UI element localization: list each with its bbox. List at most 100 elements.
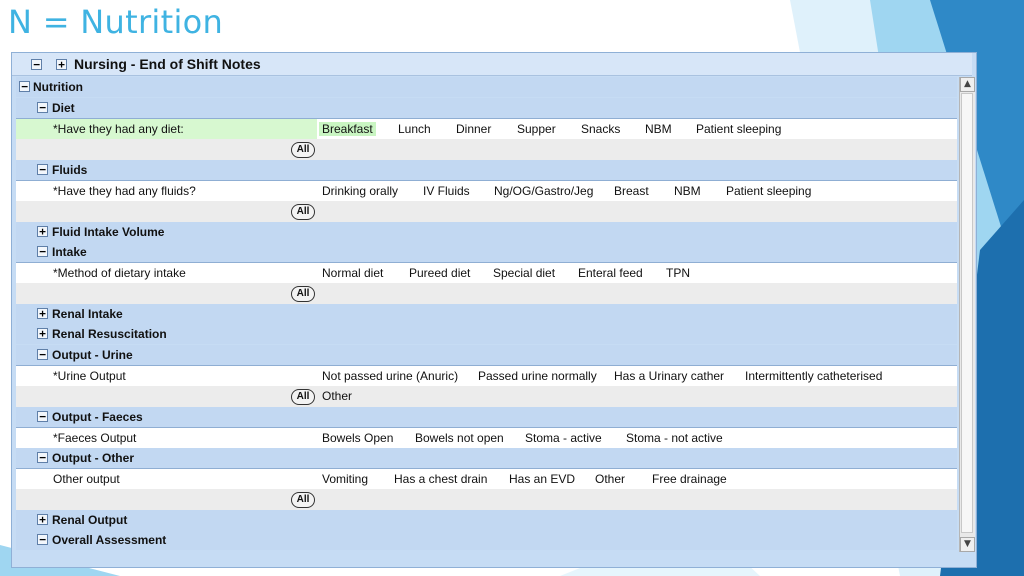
collapse-icon[interactable]: − <box>19 81 30 92</box>
expand-icon[interactable]: + <box>37 328 48 339</box>
collapse-icon[interactable]: − <box>37 452 48 463</box>
option-dinner[interactable]: Dinner <box>456 122 491 136</box>
end-of-shift-panel: − + Nursing - End of Shift Notes − Nutri… <box>11 52 977 568</box>
option-bowels-not-open[interactable]: Bowels not open <box>415 431 504 445</box>
question-row-fluids: *Have they had any fluids? Drinking oral… <box>16 180 957 202</box>
collapse-all-icon[interactable]: − <box>31 59 42 70</box>
section-output-faeces[interactable]: − Output - Faeces <box>16 407 957 427</box>
option-other[interactable]: Other <box>322 389 352 403</box>
option-stoma-active[interactable]: Stoma - active <box>525 431 602 445</box>
section-renal-output[interactable]: + Renal Output <box>16 510 957 530</box>
collapse-icon[interactable]: − <box>37 246 48 257</box>
option-breast[interactable]: Breast <box>614 184 649 198</box>
section-label: Output - Other <box>52 451 134 465</box>
option-chest-drain[interactable]: Has a chest drain <box>394 472 487 486</box>
section-label: Diet <box>52 101 75 115</box>
section-output-urine[interactable]: − Output - Urine <box>16 345 957 365</box>
all-button[interactable]: All <box>291 204 315 220</box>
collapse-icon[interactable]: − <box>37 102 48 113</box>
section-nutrition[interactable]: − Nutrition <box>16 77 957 97</box>
option-not-passed-urine[interactable]: Not passed urine (Anuric) <box>322 369 458 383</box>
section-label: Output - Faeces <box>52 410 143 424</box>
option-breakfast[interactable]: Breakfast <box>319 122 376 136</box>
question-row-other-output: Other output Vomiting Has a chest drain … <box>16 468 957 490</box>
section-diet[interactable]: − Diet <box>16 98 957 118</box>
option-vomiting[interactable]: Vomiting <box>322 472 368 486</box>
option-patient-sleeping[interactable]: Patient sleeping <box>696 122 781 136</box>
section-label: Fluids <box>52 163 88 177</box>
question-label: *Urine Output <box>53 369 126 383</box>
slide-title: N = Nutrition <box>8 3 224 41</box>
option-nbm[interactable]: NBM <box>645 122 672 136</box>
collapse-icon[interactable]: − <box>37 164 48 175</box>
all-row-fluids: All <box>16 201 957 222</box>
option-stoma-not-active[interactable]: Stoma - not active <box>626 431 723 445</box>
section-fluids[interactable]: − Fluids <box>16 160 957 180</box>
option-lunch[interactable]: Lunch <box>398 122 431 136</box>
option-other[interactable]: Other <box>595 472 625 486</box>
section-label: Output - Urine <box>52 348 133 362</box>
option-pureed-diet[interactable]: Pureed diet <box>409 266 470 280</box>
option-special-diet[interactable]: Special diet <box>493 266 555 280</box>
section-label: Nutrition <box>33 80 83 94</box>
option-drinking-orally[interactable]: Drinking orally <box>322 184 398 198</box>
collapse-icon[interactable]: − <box>37 349 48 360</box>
question-row-intake: *Method of dietary intake Normal diet Pu… <box>16 262 957 284</box>
all-button[interactable]: All <box>291 286 315 302</box>
option-evd[interactable]: Has an EVD <box>509 472 575 486</box>
option-iv-fluids[interactable]: IV Fluids <box>423 184 470 198</box>
expand-icon[interactable]: + <box>37 226 48 237</box>
option-nbm[interactable]: NBM <box>674 184 701 198</box>
question-label: *Faeces Output <box>53 431 137 445</box>
section-output-other[interactable]: − Output - Other <box>16 448 957 468</box>
option-normal-diet[interactable]: Normal diet <box>322 266 383 280</box>
option-snacks[interactable]: Snacks <box>581 122 620 136</box>
question-label: *Method of dietary intake <box>53 266 186 280</box>
option-supper[interactable]: Supper <box>517 122 556 136</box>
all-row-diet: All <box>16 139 957 160</box>
expand-icon[interactable]: + <box>37 514 48 525</box>
panel-title: Nursing - End of Shift Notes <box>74 56 261 72</box>
all-button[interactable]: All <box>291 492 315 508</box>
question-label: *Have they had any diet: <box>53 122 184 136</box>
section-renal-intake[interactable]: + Renal Intake <box>16 304 957 324</box>
collapse-icon[interactable]: − <box>37 534 48 545</box>
option-passed-urine-normally[interactable]: Passed urine normally <box>478 369 597 383</box>
all-button[interactable]: All <box>291 389 315 405</box>
option-free-drainage[interactable]: Free drainage <box>652 472 727 486</box>
option-urinary-catheter[interactable]: Has a Urinary cather <box>614 369 724 383</box>
section-label: Renal Intake <box>52 307 123 321</box>
all-row-other-output: All <box>16 489 957 510</box>
scroll-thumb[interactable] <box>961 93 973 533</box>
section-fluid-intake-volume[interactable]: + Fluid Intake Volume <box>16 222 957 242</box>
question-row-faeces: *Faeces Output Bowels Open Bowels not op… <box>16 427 957 449</box>
question-row-urine: *Urine Output Not passed urine (Anuric) … <box>16 365 957 387</box>
section-label: Fluid Intake Volume <box>52 225 165 239</box>
option-ng-og-gastro-jeg[interactable]: Ng/OG/Gastro/Jeg <box>494 184 593 198</box>
option-enteral-feed[interactable]: Enteral feed <box>578 266 643 280</box>
section-label: Intake <box>52 245 87 259</box>
question-row-diet: *Have they had any diet: Breakfast Lunch… <box>16 118 957 140</box>
option-patient-sleeping[interactable]: Patient sleeping <box>726 184 811 198</box>
all-row-urine: All Other <box>16 386 957 407</box>
all-row-intake: All <box>16 283 957 304</box>
question-label: Other output <box>53 472 120 486</box>
section-intake[interactable]: − Intake <box>16 242 957 262</box>
section-label: Renal Resuscitation <box>52 327 167 341</box>
all-button[interactable]: All <box>291 142 315 158</box>
option-intermittently-catheterised[interactable]: Intermittently catheterised <box>745 369 882 383</box>
panel-header: − + Nursing - End of Shift Notes <box>12 53 972 76</box>
section-label: Renal Output <box>52 513 128 527</box>
expand-all-icon[interactable]: + <box>56 59 67 70</box>
section-renal-resuscitation[interactable]: + Renal Resuscitation <box>16 324 957 344</box>
question-label: *Have they had any fluids? <box>53 184 196 198</box>
option-bowels-open[interactable]: Bowels Open <box>322 431 393 445</box>
section-overall-assessment[interactable]: − Overall Assessment <box>16 530 957 550</box>
collapse-icon[interactable]: − <box>37 411 48 422</box>
scroll-down-icon[interactable]: ▼ <box>960 537 975 552</box>
option-tpn[interactable]: TPN <box>666 266 690 280</box>
expand-icon[interactable]: + <box>37 308 48 319</box>
section-label: Overall Assessment <box>52 533 167 547</box>
vertical-scrollbar[interactable]: ▲ ▼ <box>959 77 975 552</box>
scroll-up-icon[interactable]: ▲ <box>960 77 975 92</box>
